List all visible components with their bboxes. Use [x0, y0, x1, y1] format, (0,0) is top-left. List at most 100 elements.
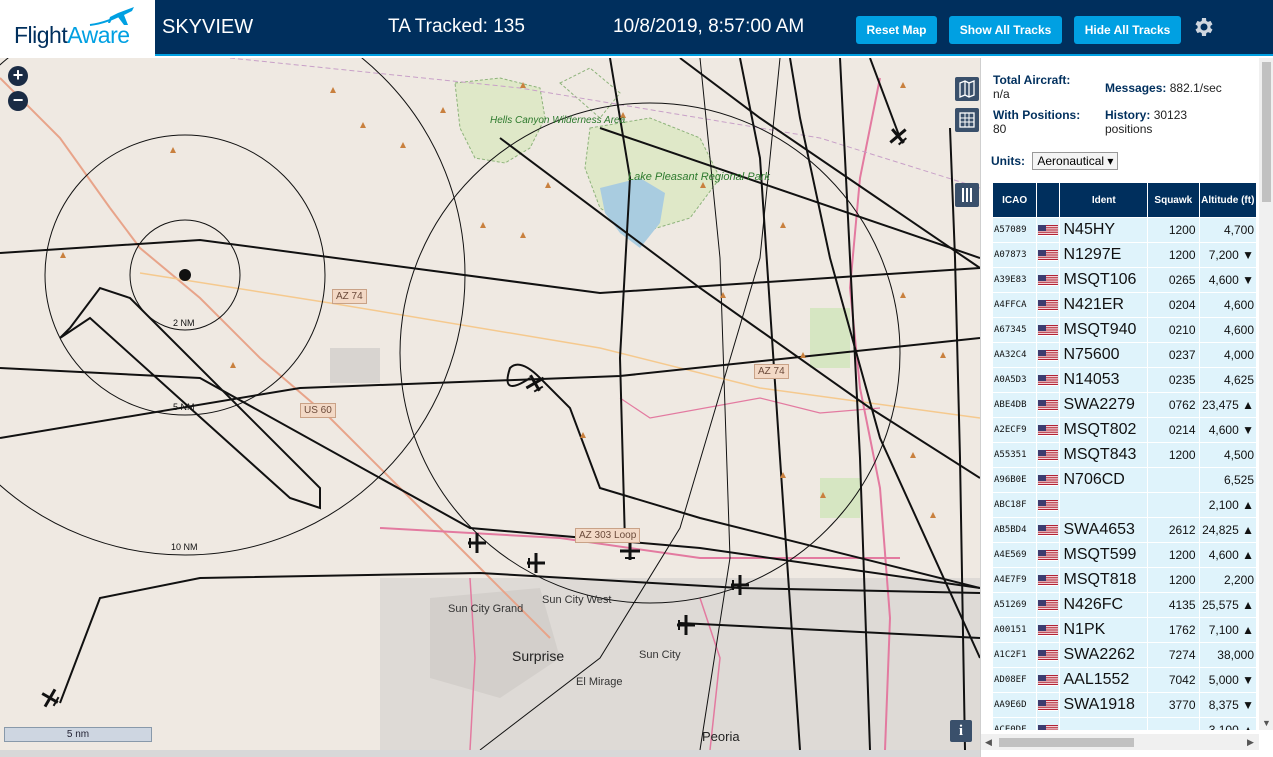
table-row[interactable]: A39E83 MSQT106 0265 4,600 ▼ — [993, 268, 1256, 292]
table-row[interactable]: ABE4DB SWA2279 0762 23,475 ▲ — [993, 393, 1256, 417]
stat-value: n/a — [993, 87, 1010, 101]
icao-cell: AA32C4 — [993, 343, 1037, 367]
squawk-cell: 1200 — [1148, 543, 1199, 567]
flag-icon — [1037, 268, 1060, 292]
ident-cell: N14053 — [1060, 368, 1148, 392]
altitude-value: 4,600 — [1223, 298, 1254, 312]
squawk-cell: 1200 — [1148, 443, 1199, 467]
aircraft-table-container[interactable]: ICAO Ident Squawk Altitude (ft) A57089 N4… — [992, 182, 1257, 730]
ident-cell: SWA1918 — [1060, 693, 1148, 717]
table-row[interactable]: A1C2F1 SWA2262 7274 38,000 — [993, 643, 1256, 667]
table-row[interactable]: AD08EF AAL1552 7042 5,000 ▼ — [993, 668, 1256, 692]
table-row[interactable]: AB5BD4 SWA4653 2612 24,825 ▲ — [993, 518, 1256, 542]
zoom-out-button[interactable]: − — [8, 91, 28, 111]
table-row[interactable]: A67345 MSQT940 0210 4,600 — [993, 318, 1256, 342]
ident-cell: N45HY — [1060, 218, 1148, 242]
ident-cell — [1060, 493, 1148, 517]
stat-value: 80 — [993, 122, 1007, 136]
column-header-flag[interactable] — [1037, 183, 1060, 217]
table-row[interactable]: AA32C4 N75600 0237 4,000 — [993, 343, 1256, 367]
altitude-value: 8,375 — [1208, 698, 1239, 712]
units-select[interactable]: Aeronautical ▾ — [1032, 152, 1119, 170]
scroll-down-arrow-icon[interactable]: ▼ — [1262, 718, 1271, 728]
table-row[interactable]: ACE0DF 3,100 ▲ — [993, 718, 1256, 730]
altitude-value: 4,700 — [1223, 223, 1254, 237]
scroll-right-arrow-icon[interactable]: ▶ — [1247, 737, 1254, 748]
ident-cell: MSQT818 — [1060, 568, 1148, 592]
altitude-trend-icon: ▲ — [1242, 398, 1254, 412]
squawk-cell: 0214 — [1148, 418, 1199, 442]
vertical-scrollbar[interactable]: ▼ — [1259, 58, 1273, 730]
gear-icon[interactable] — [1191, 15, 1215, 39]
map-layers-icon[interactable] — [955, 77, 979, 101]
table-row[interactable]: A96B0E N706CD 6,525 — [993, 468, 1256, 492]
altitude-trend-icon: ▲ — [1242, 598, 1254, 612]
squawk-cell: 0237 — [1148, 343, 1199, 367]
table-row[interactable]: A4E569 MSQT599 1200 4,600 ▲ — [993, 543, 1256, 567]
hide-all-tracks-button[interactable]: Hide All Tracks — [1074, 16, 1181, 44]
flag-icon — [1037, 468, 1060, 492]
table-row[interactable]: A55351 MSQT843 1200 4,500 — [993, 443, 1256, 467]
map-view[interactable]: Hells Canyon Wilderness Area Lake Pleasa… — [0, 58, 980, 750]
scroll-left-arrow-icon[interactable]: ◀ — [985, 737, 992, 748]
icao-cell: AA9E6D — [993, 693, 1037, 717]
scroll-thumb[interactable] — [1262, 62, 1271, 202]
show-all-tracks-button[interactable]: Show All Tracks — [949, 16, 1062, 44]
squawk-cell: 0204 — [1148, 293, 1199, 317]
flag-icon — [1037, 243, 1060, 267]
altitude-cell: 4,625 — [1199, 368, 1256, 392]
table-row[interactable]: A0A5D3 N14053 0235 4,625 — [993, 368, 1256, 392]
stat-label: Messages: — [1105, 81, 1167, 95]
table-row[interactable]: A51269 N426FC 4135 25,575 ▲ — [993, 593, 1256, 617]
columns-icon[interactable] — [955, 183, 979, 207]
info-button[interactable]: i — [950, 720, 972, 742]
column-header-ident[interactable]: Ident — [1060, 183, 1148, 217]
altitude-trend-icon: ▲ — [1242, 498, 1254, 512]
table-row[interactable]: ABC18F 2,100 ▲ — [993, 493, 1256, 517]
icao-cell: A00151 — [993, 618, 1037, 642]
column-header-altitude[interactable]: Altitude (ft) — [1199, 183, 1256, 217]
app-title: SKYVIEW — [162, 16, 254, 38]
ta-tracked-count: TA Tracked: 135 — [388, 16, 525, 37]
squawk-cell: 1762 — [1148, 618, 1199, 642]
column-header-squawk[interactable]: Squawk — [1148, 183, 1199, 217]
table-row[interactable]: A2ECF9 MSQT802 0214 4,600 ▼ — [993, 418, 1256, 442]
ident-cell: N426FC — [1060, 593, 1148, 617]
top-header: FlightAware SKYVIEW TA Tracked: 135 10/8… — [0, 0, 1273, 56]
table-row[interactable]: A4FFCA N421ER 0204 4,600 — [993, 293, 1256, 317]
road-shield: US 60 — [300, 403, 336, 418]
scroll-thumb[interactable] — [999, 738, 1134, 747]
table-row[interactable]: A57089 N45HY 1200 4,700 — [993, 218, 1256, 242]
flightaware-logo[interactable]: FlightAware — [0, 0, 155, 56]
squawk-cell — [1148, 493, 1199, 517]
icao-cell: A1C2F1 — [993, 643, 1037, 667]
column-header-icao[interactable]: ICAO — [993, 183, 1037, 217]
altitude-cell: 3,100 ▲ — [1199, 718, 1256, 730]
grid-icon[interactable] — [955, 108, 979, 132]
squawk-cell: 7042 — [1148, 668, 1199, 692]
range-ring-label: 10 NM — [171, 542, 198, 552]
icao-cell: A2ECF9 — [993, 418, 1037, 442]
table-row[interactable]: A4E7F9 MSQT818 1200 2,200 — [993, 568, 1256, 592]
squawk-cell: 7274 — [1148, 643, 1199, 667]
flag-icon — [1037, 343, 1060, 367]
flag-icon — [1037, 368, 1060, 392]
logo-text: FlightAware — [14, 22, 130, 48]
horizontal-scrollbar[interactable]: ◀ ▶ — [981, 734, 1259, 750]
altitude-cell: 5,000 ▼ — [1199, 668, 1256, 692]
ident-cell: SWA2279 — [1060, 393, 1148, 417]
altitude-value: 4,600 — [1208, 548, 1239, 562]
zoom-in-button[interactable]: + — [8, 66, 28, 86]
table-row[interactable]: A07873 N1297E 1200 7,200 ▼ — [993, 243, 1256, 267]
altitude-value: 4,000 — [1223, 348, 1254, 362]
map-canvas[interactable] — [0, 58, 980, 750]
table-row[interactable]: A00151 N1PK 1762 7,100 ▲ — [993, 618, 1256, 642]
altitude-value: 5,000 — [1208, 673, 1239, 687]
altitude-cell: 25,575 ▲ — [1199, 593, 1256, 617]
altitude-cell: 4,600 — [1199, 318, 1256, 342]
reset-map-button[interactable]: Reset Map — [856, 16, 937, 44]
icao-cell: A4FFCA — [993, 293, 1037, 317]
table-row[interactable]: AA9E6D SWA1918 3770 8,375 ▼ — [993, 693, 1256, 717]
place-label: Sun City West — [542, 594, 612, 606]
stat-value: 30123 — [1153, 108, 1188, 122]
